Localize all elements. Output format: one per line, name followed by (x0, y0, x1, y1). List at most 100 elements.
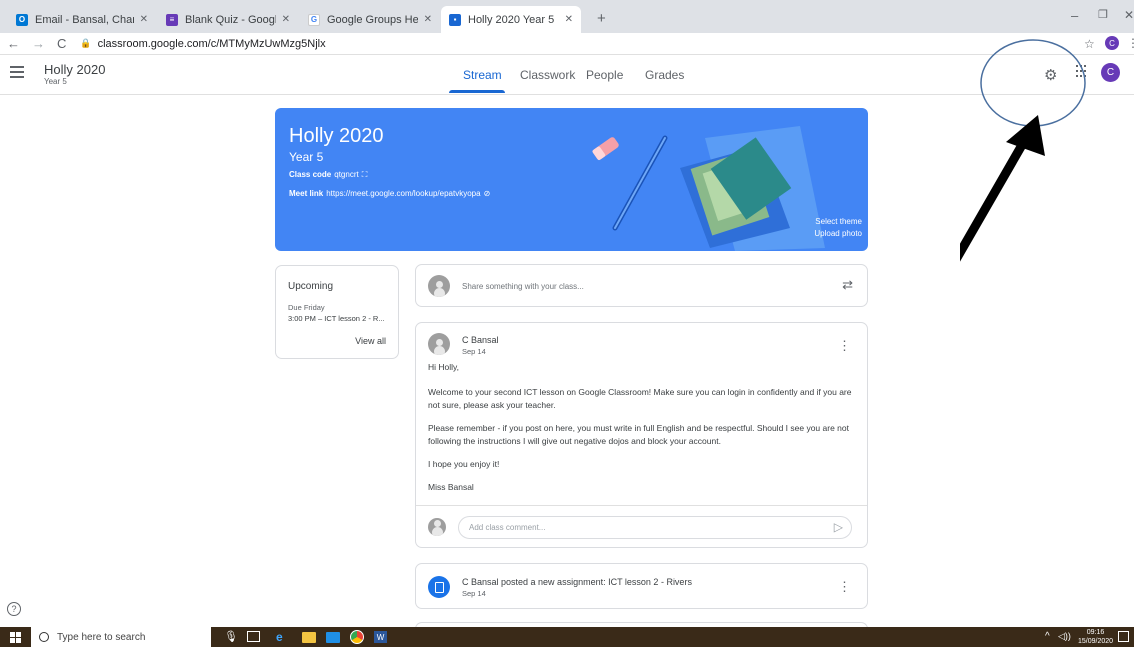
lock-icon: 🔒 (80, 38, 92, 48)
task-view-icon[interactable] (247, 631, 260, 642)
post-menu-icon[interactable]: ⋮ (838, 338, 851, 354)
banner-illustration (592, 126, 825, 251)
word-icon[interactable]: W (374, 631, 387, 643)
windows-start-icon[interactable] (10, 632, 21, 643)
upload-photo-link[interactable]: Upload photo (814, 229, 862, 238)
assignment-menu-icon[interactable]: ⋮ (838, 579, 851, 595)
author-avatar-icon (428, 333, 450, 355)
reorder-repost-icon[interactable]: ⇄ (842, 277, 853, 293)
cortana-icon (39, 632, 49, 642)
tray-chevron-icon[interactable]: ^ (1045, 631, 1050, 642)
help-icon[interactable]: ? (7, 602, 21, 616)
upcoming-card: Upcoming Due Friday 3:00 PM – ICT lesson… (275, 265, 399, 359)
restore-icon[interactable]: ❐ (1098, 8, 1108, 21)
clock-date: 15/09/2020 (1078, 638, 1114, 645)
browser-tab-groups-help[interactable]: G Google Groups Help ✕ (300, 6, 440, 33)
forms-icon: ≡ (166, 13, 178, 26)
tab-classwork[interactable]: Classwork (520, 68, 575, 82)
assignment-date: Sep 14 (462, 589, 486, 598)
upcoming-item[interactable]: 3:00 PM – ICT lesson 2 - R... (288, 314, 385, 323)
user-avatar-placeholder-icon (428, 275, 450, 297)
new-tab-button[interactable]: + (597, 10, 606, 27)
share-card[interactable]: Share something with your class... ⇄ (415, 264, 868, 307)
assignment-post[interactable]: C Bansal posted a new assignment: ICT le… (415, 563, 868, 609)
post-paragraph: Please remember - if you post on here, y… (428, 423, 849, 446)
banner-subtitle: Year 5 (289, 150, 324, 164)
tab-grades[interactable]: Grades (645, 68, 684, 82)
main-menu-icon[interactable] (10, 66, 24, 78)
class-code-label: Class code (289, 170, 332, 179)
class-code-row: Class code qtgncrt ⛶ (289, 170, 367, 180)
browser-tab-classroom[interactable]: ▪ Holly 2020 Year 5 ✕ (441, 6, 581, 33)
banner-title[interactable]: Holly 2020 (289, 125, 384, 148)
assignment-icon (428, 576, 450, 598)
annotation-overlay (960, 39, 1086, 262)
mail-icon[interactable] (326, 632, 340, 643)
post-date: Sep 14 (462, 347, 486, 356)
visibility-off-icon[interactable]: ⊘ (484, 189, 491, 198)
reload-icon[interactable]: C (57, 36, 66, 51)
close-window-icon[interactable]: ✕ (1124, 8, 1134, 22)
post-paragraph: Hi Holly, (428, 362, 460, 372)
close-tab-icon[interactable]: ✕ (565, 14, 573, 25)
annotation-arrow-head (1006, 115, 1045, 156)
tab-title: Email - Bansal, Charanjit - Outlo (35, 13, 134, 26)
clock-time: 09:16 (1086, 629, 1105, 636)
comment-placeholder: Add class comment... (469, 523, 546, 532)
forward-icon[interactable]: → (32, 36, 45, 51)
upcoming-title: Upcoming (288, 281, 334, 292)
close-tab-icon[interactable]: ✕ (140, 14, 148, 25)
classroom-icon: ▪ (449, 13, 461, 26)
taskbar-search-placeholder: Type here to search (57, 631, 146, 643)
highlight-circle (980, 39, 1086, 127)
tab-people[interactable]: People (586, 68, 623, 82)
close-tab-icon[interactable]: ✕ (424, 14, 432, 25)
class-name[interactable]: Holly 2020 (44, 62, 105, 77)
class-code-value[interactable]: qtgncrt (334, 170, 358, 180)
file-explorer-icon[interactable] (302, 632, 316, 643)
outlook-icon: O (16, 13, 28, 26)
notifications-icon[interactable] (1118, 631, 1129, 642)
fullscreen-icon[interactable]: ⛶ (362, 170, 368, 180)
post-paragraph: Welcome to your second ICT lesson on Goo… (428, 387, 852, 410)
view-all-link[interactable]: View all (355, 336, 386, 346)
close-tab-icon[interactable]: ✕ (282, 14, 290, 25)
back-icon[interactable]: ← (7, 36, 20, 51)
post-body: Hi Holly, Welcome to your second ICT les… (428, 361, 858, 494)
url-field[interactable]: classroom.google.com/c/MTMyMzUwMzg5Njlx (98, 38, 326, 50)
divider (416, 505, 867, 506)
post-paragraph: Miss Bansal (428, 482, 474, 492)
tab-title: Blank Quiz - Google Forms (185, 13, 276, 26)
meet-link[interactable]: https://meet.google.com/lookup/epatvkyop… (326, 189, 480, 198)
minimize-icon[interactable]: – (1071, 8, 1078, 23)
google-icon: G (308, 13, 320, 26)
class-section: Year 5 (44, 77, 67, 86)
meet-link-row: Meet link https://meet.google.com/lookup… (289, 189, 490, 198)
active-tab-indicator (449, 90, 505, 93)
edge-icon[interactable]: e (276, 630, 283, 644)
clock[interactable]: 09:16 15/09/2020 (1078, 628, 1113, 646)
volume-icon[interactable]: ◁)) (1058, 631, 1071, 642)
tab-stream[interactable]: Stream (463, 68, 502, 82)
select-theme-link[interactable]: Select theme (815, 217, 862, 226)
tab-title: Google Groups Help (327, 13, 418, 26)
assignment-title[interactable]: C Bansal posted a new assignment: ICT le… (462, 577, 692, 587)
browser-tab-forms[interactable]: ≡ Blank Quiz - Google Forms ✕ (158, 6, 298, 33)
commenter-avatar-icon (428, 518, 446, 536)
taskbar-search-box[interactable]: Type here to search (31, 627, 211, 647)
send-icon[interactable]: ▷ (834, 520, 843, 534)
browser-tab-email[interactable]: O Email - Bansal, Charanjit - Outlo ✕ (8, 6, 156, 33)
tab-title: Holly 2020 Year 5 (468, 13, 555, 26)
post-paragraph: I hope you enjoy it! (428, 459, 500, 469)
microphone-icon[interactable]: 🎙 (224, 630, 238, 643)
chrome-icon[interactable] (350, 630, 364, 644)
post-author: C Bansal (462, 335, 499, 345)
browser-tab-strip: O Email - Bansal, Charanjit - Outlo ✕ ≡ … (0, 0, 1134, 33)
class-banner: Holly 2020 Year 5 Class code qtgncrt ⛶ M… (275, 108, 868, 251)
share-input[interactable]: Share something with your class... (462, 282, 584, 291)
windows-taskbar: Type here to search 🎙 e W ^ ◁)) 09:16 15… (0, 627, 1134, 647)
comment-input[interactable]: Add class comment... ▷ (458, 516, 852, 539)
announcement-post: C Bansal Sep 14 ⋮ Hi Holly, Welcome to y… (415, 322, 868, 548)
annotation-arrow-shaft (960, 142, 1026, 262)
upcoming-due: Due Friday (288, 303, 325, 312)
